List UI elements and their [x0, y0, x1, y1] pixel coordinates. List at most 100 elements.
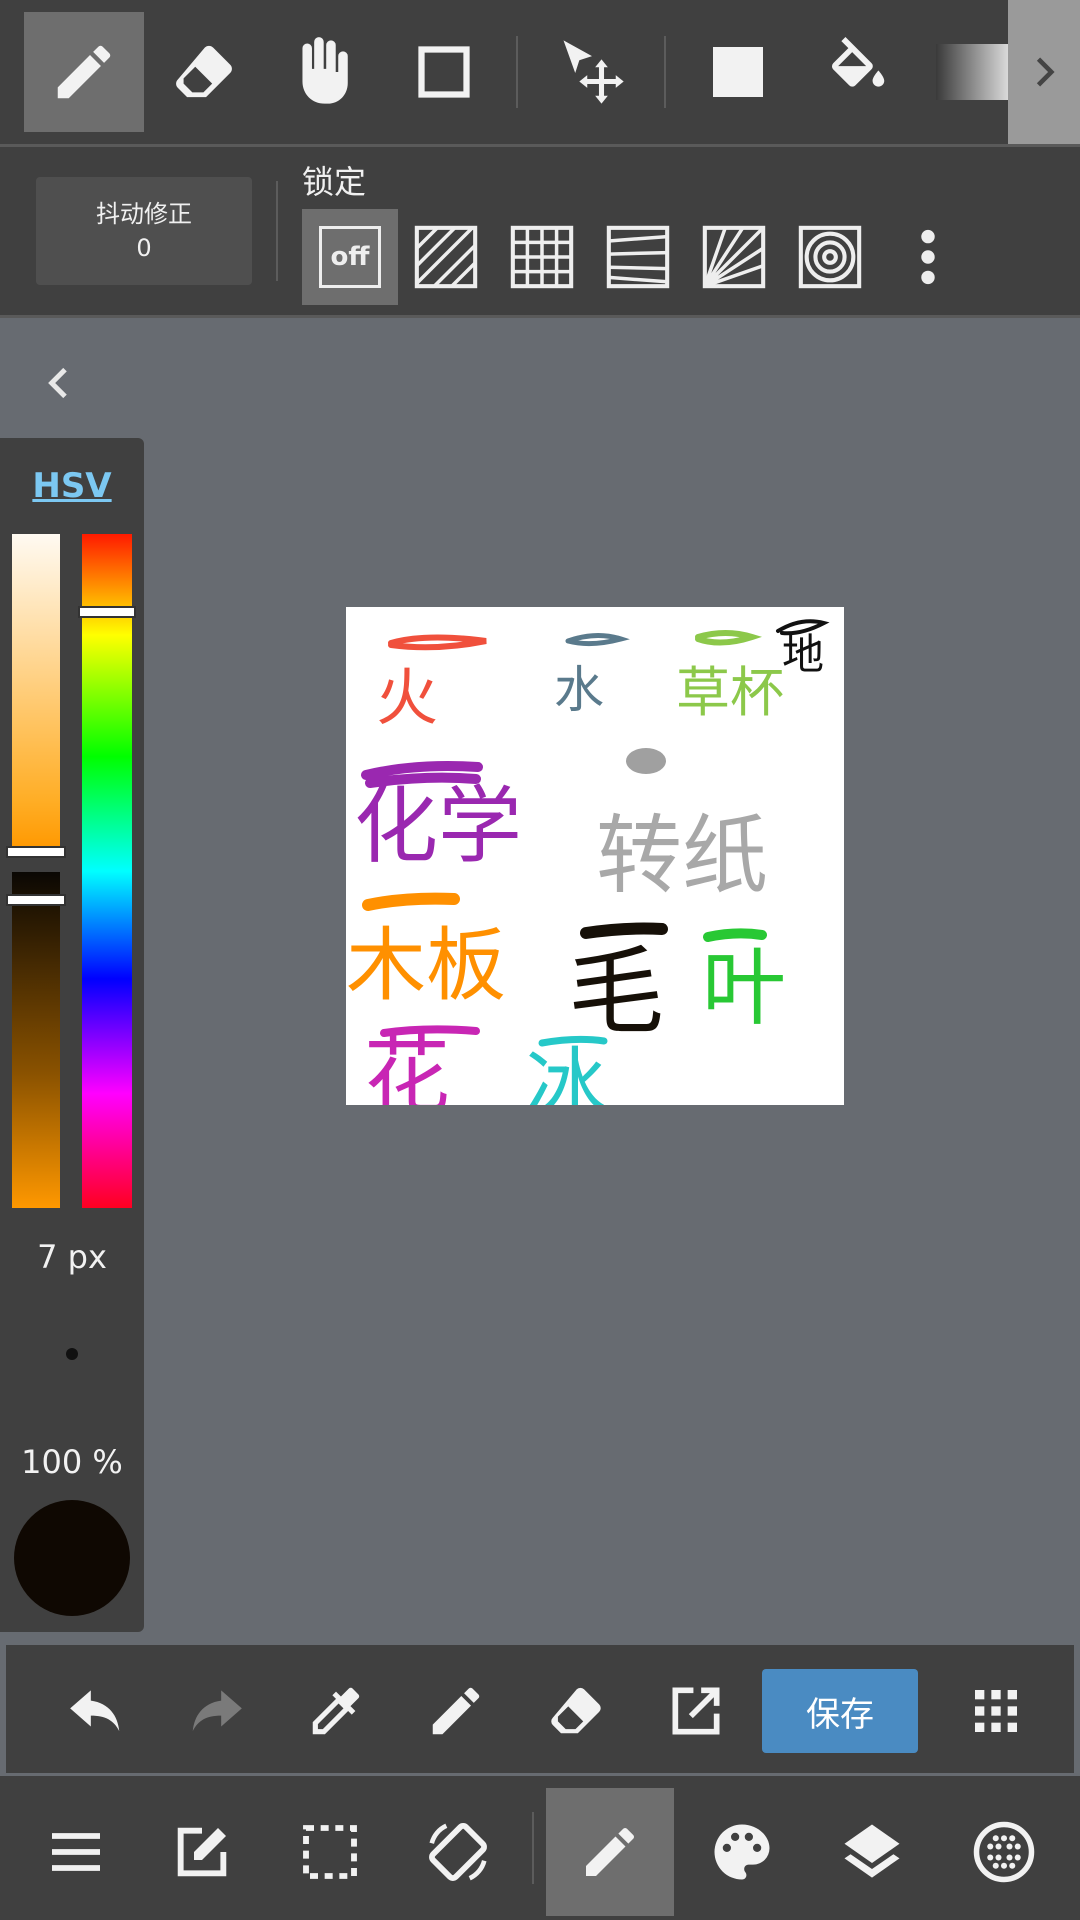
- lock-off-button[interactable]: off: [302, 209, 398, 305]
- pen-icon: [432, 1687, 480, 1735]
- canvas-word: 冰: [526, 1039, 606, 1105]
- rotate-canvas-button[interactable]: [394, 1788, 522, 1916]
- hand-tool-button[interactable]: [264, 12, 384, 132]
- stabilizer-value: 0: [136, 234, 152, 262]
- scribble-mark: [580, 922, 668, 939]
- ruler-bar: 抖动修正 0 锁定 off: [0, 147, 1080, 315]
- canvas-word: 水: [554, 661, 604, 719]
- brush-size-preview: [66, 1348, 78, 1360]
- more-vertical-icon: [921, 229, 935, 285]
- canvas-word: 毛: [568, 936, 664, 1048]
- layers-button[interactable]: [808, 1788, 936, 1916]
- eraser-icon: [551, 1687, 601, 1734]
- export-button[interactable]: [654, 1669, 738, 1753]
- canvas-word: 草杯: [676, 661, 784, 724]
- menu-button[interactable]: [12, 1788, 140, 1916]
- more-actions-button[interactable]: [954, 1669, 1038, 1753]
- chevron-right-icon: [1036, 57, 1055, 87]
- brush-icon: [586, 1827, 635, 1876]
- nav-divider: [532, 1812, 534, 1884]
- rectangle-outline-icon: [418, 46, 470, 98]
- lock-parallel-button[interactable]: [398, 209, 494, 305]
- palette-icon: [714, 1824, 770, 1880]
- fill-rectangle-tool-button[interactable]: [678, 12, 798, 132]
- stabilizer-label: 抖动修正: [96, 200, 192, 228]
- toolbar-divider: [664, 36, 666, 108]
- eraser-tool-button[interactable]: [144, 12, 264, 132]
- canvas-word: 火: [376, 661, 438, 734]
- edit-button[interactable]: [138, 1788, 266, 1916]
- off-icon: off: [319, 226, 381, 288]
- color-mode-toggle[interactable]: HSV: [0, 466, 144, 506]
- material-icon: [973, 1821, 1035, 1883]
- scribble-mark: [388, 634, 487, 651]
- undo-icon: [70, 1690, 120, 1732]
- brush-button[interactable]: [546, 1788, 674, 1916]
- value-slider[interactable]: [12, 872, 60, 1208]
- canvas-word: 化学: [354, 777, 522, 875]
- hand-icon: [302, 37, 348, 104]
- radial-lines-icon: [702, 225, 766, 289]
- color-button[interactable]: [678, 1788, 806, 1916]
- hue-marker[interactable]: [78, 606, 136, 618]
- scribble-mark: [362, 892, 460, 911]
- parallel-lines-icon: [414, 225, 478, 289]
- drawing-canvas[interactable]: 火 水 草杯 地 化学 转纸 木板 毛 叶 花 冰: [346, 607, 844, 1132]
- scribble-mark: [565, 633, 630, 647]
- scribble-mark: [703, 928, 767, 942]
- saturation-slider[interactable]: [12, 534, 60, 850]
- selection-icon: [303, 1825, 357, 1879]
- hue-slider[interactable]: [82, 534, 132, 1208]
- eraser-button[interactable]: [534, 1669, 618, 1753]
- saturation-marker[interactable]: [6, 846, 66, 858]
- stabilizer-button[interactable]: 抖动修正 0: [36, 177, 252, 285]
- material-button[interactable]: [940, 1788, 1068, 1916]
- menu-icon: [52, 1833, 100, 1871]
- edit-icon: [177, 1827, 227, 1877]
- rotate-icon: [429, 1823, 487, 1881]
- value-marker[interactable]: [6, 894, 66, 906]
- bottom-nav: [0, 1776, 1080, 1920]
- more-tools-button[interactable]: [1008, 0, 1080, 144]
- canvas-word: 地: [782, 630, 824, 679]
- current-color-swatch[interactable]: [14, 1500, 130, 1616]
- rectangle-tool-button[interactable]: [384, 12, 504, 132]
- scribble-mark: [626, 748, 666, 774]
- scribble-mark: [695, 630, 762, 646]
- perspective-lines-icon: [606, 225, 670, 289]
- move-select-icon: [563, 40, 624, 104]
- redo-icon: [192, 1690, 242, 1732]
- brush-size-label[interactable]: 7 px: [0, 1238, 144, 1276]
- move-select-tool-button[interactable]: [532, 12, 652, 132]
- color-panel: HSV 7 px 100 %: [0, 438, 144, 1632]
- eyedropper-button[interactable]: [294, 1669, 378, 1753]
- canvas-word: 花: [364, 1026, 450, 1105]
- lock-more-button[interactable]: [880, 209, 976, 305]
- redo-button[interactable]: [174, 1669, 258, 1753]
- pen-button[interactable]: [414, 1669, 498, 1753]
- pen-tool-button[interactable]: [24, 12, 144, 132]
- top-toolbar: [0, 0, 1080, 144]
- collapse-panel-button[interactable]: [30, 348, 90, 418]
- lock-radial-button[interactable]: [686, 209, 782, 305]
- undo-button[interactable]: [54, 1669, 138, 1753]
- lock-concentric-button[interactable]: [782, 209, 878, 305]
- grid-dots-icon: [975, 1690, 1017, 1732]
- selection-button[interactable]: [266, 1788, 394, 1916]
- export-icon: [672, 1687, 720, 1735]
- grid-icon: [510, 225, 574, 289]
- action-toolbar: 保存: [6, 1645, 1074, 1773]
- opacity-label[interactable]: 100 %: [0, 1443, 144, 1481]
- drawing-strokes: 火 水 草杯 地 化学 转纸 木板 毛 叶 花 冰: [346, 619, 830, 1132]
- save-button[interactable]: 保存: [762, 1669, 918, 1753]
- lock-perspective-button[interactable]: [590, 209, 686, 305]
- canvas-word: 木板: [346, 919, 506, 1012]
- lock-grid-button[interactable]: [494, 209, 590, 305]
- eraser-icon: [176, 45, 232, 98]
- lock-title: 锁定: [302, 163, 367, 201]
- pen-icon: [57, 45, 111, 99]
- layers-icon: [844, 1824, 900, 1878]
- concentric-circles-icon: [798, 225, 862, 289]
- bucket-tool-button[interactable]: [798, 12, 918, 132]
- toolbar-divider: [516, 36, 518, 108]
